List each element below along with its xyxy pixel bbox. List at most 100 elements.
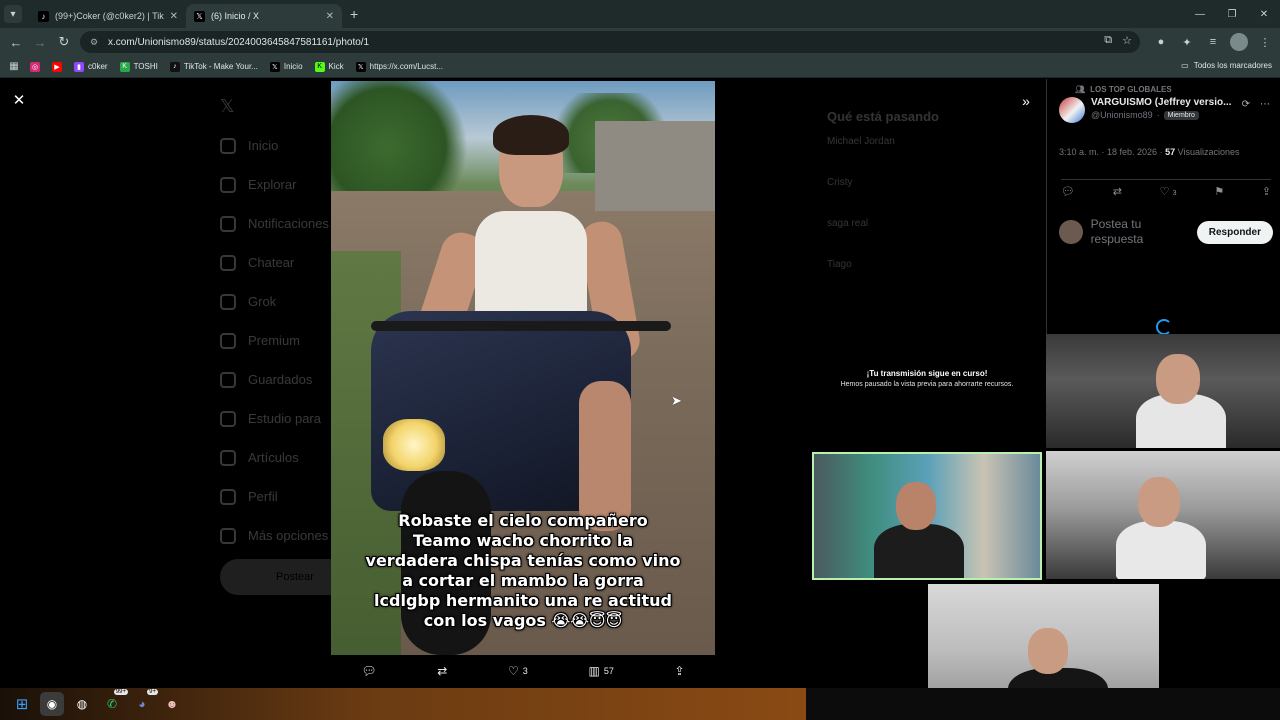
avatar[interactable]: [1059, 97, 1085, 123]
close-photo-icon[interactable]: ✕: [10, 91, 28, 109]
community-label[interactable]: 👥︎ LOS TOP GLOBALES: [1075, 85, 1172, 94]
bookmark-icon[interactable]: ⚑: [1214, 185, 1224, 198]
apps-grid-icon[interactable]: ▦: [8, 61, 20, 73]
x-icon: 𝕏: [194, 10, 205, 22]
timestamp-text: 3:10 a. m. · 18 feb. 2026 ·: [1059, 147, 1163, 157]
back-icon[interactable]: ←: [4, 30, 28, 54]
trend-item: Tiago: [827, 259, 852, 270]
bookmark-youtube[interactable]: ▶: [52, 61, 62, 72]
url-text: x.com/Unionismo89/status/202400364584758…: [108, 36, 370, 48]
heart-icon: ♡: [1159, 186, 1170, 198]
tab-x-inicio[interactable]: 𝕏 (6) Inicio / X ✕: [186, 4, 342, 28]
views-label: Visualizaciones: [1177, 147, 1240, 157]
x-logo-icon: 𝕏: [220, 96, 235, 116]
forward-icon[interactable]: →: [28, 30, 52, 54]
caption-line: Teamo wacho chorrito la: [412, 531, 634, 550]
sidebar-item-articulos: Artículos: [220, 438, 330, 477]
caption-line: verdadera chispa tenías como vino: [365, 551, 681, 570]
bookmarks-bar: ▦ ◎ ▶ ▮ c0ker K TOSHI ♪ TikTok - Make Yo…: [0, 56, 1280, 78]
bookmark-kick[interactable]: K Kick: [314, 61, 344, 72]
minimize-icon[interactable]: —: [1184, 0, 1216, 28]
reply-input[interactable]: Postea tu respuesta: [1091, 217, 1189, 247]
webcam-person: [1028, 628, 1068, 674]
whatsapp-badge: 99+: [113, 689, 128, 695]
mail-icon: [220, 254, 236, 271]
webcam-feed: [1046, 451, 1280, 579]
reply-button[interactable]: 💬︎: [361, 664, 376, 678]
bookmark-star-icon[interactable]: ☆: [1122, 34, 1132, 47]
bookmark-label: Inicio: [283, 62, 303, 71]
sidebar-item-inicio: Inicio: [220, 126, 330, 165]
bookmark-tiktok[interactable]: ♪ TikTok - Make Your...: [169, 61, 258, 72]
sidebar-item-grok: Grok: [220, 282, 330, 321]
loading-spinner-icon: [1156, 319, 1172, 335]
windows-taskbar: ⊞ ◉ ◍ ✆ 99+ ◕ 9+ ☻: [0, 688, 1280, 720]
tab-search-button[interactable]: ▾: [4, 5, 22, 23]
grok-icon[interactable]: ⟳: [1242, 99, 1250, 110]
address-bar[interactable]: ⚙ x.com/Unionismo89/status/2024003645847…: [80, 31, 1140, 53]
member-badge: Miembro: [1163, 110, 1199, 120]
all-bookmarks-button[interactable]: ▭ Todos los marcadores: [1181, 61, 1272, 70]
bookmark-inicio[interactable]: 𝕏 Inicio: [269, 61, 303, 72]
tab-tiktok[interactable]: ♪ (99+)Coker (@c0ker2) | TikTok ✕: [30, 4, 186, 28]
tweet-timestamp: 3:10 a. m. · 18 feb. 2026 · 57 Visualiza…: [1059, 147, 1239, 157]
stream-paused-notice: ¡Tu transmisión sigue en curso! Hemos pa…: [812, 369, 1042, 388]
chrome-icon[interactable]: ◉: [40, 692, 64, 716]
community-icon: 👥︎: [1075, 85, 1086, 94]
bookmark-label: TikTok - Make Your...: [183, 62, 258, 71]
x-premium-icon: [220, 332, 236, 349]
menu-kebab-icon[interactable]: ⋮: [1256, 33, 1274, 51]
new-tab-button[interactable]: +: [350, 6, 358, 22]
windows-start-icon[interactable]: ⊞: [10, 692, 34, 716]
restore-icon[interactable]: ❐: [1216, 0, 1248, 28]
caption-line: a cortar el mambo la gorra: [402, 571, 644, 590]
sidebar-item-explorar: Explorar: [220, 165, 330, 204]
share-icon: ⇪: [674, 664, 685, 678]
like-button[interactable]: ♡ 3: [508, 664, 528, 678]
bookmark-toshi[interactable]: K TOSHI: [119, 61, 158, 72]
folder-icon: ▭: [1181, 61, 1189, 70]
close-tab-icon[interactable]: ✕: [326, 11, 334, 22]
share-icon[interactable]: ⇪: [1262, 185, 1271, 198]
sidebar-item-premium: Premium: [220, 321, 330, 360]
media-control-icon[interactable]: ≡: [1204, 33, 1222, 51]
close-tab-icon[interactable]: ✕: [170, 11, 178, 22]
photo-house: [595, 121, 715, 211]
close-window-icon[interactable]: ✕: [1248, 0, 1280, 28]
photo-hair: [493, 115, 569, 155]
tiktok-icon: ♪: [169, 61, 180, 72]
repost-icon[interactable]: ⇄: [1113, 185, 1122, 198]
x-icon: 𝕏: [269, 61, 280, 72]
extension-icon[interactable]: ●: [1152, 33, 1170, 51]
tweet-author[interactable]: VARGUISMO (Jeffrey versio... @Unionismo8…: [1059, 97, 1231, 123]
reply-icon[interactable]: 💬︎: [1061, 185, 1075, 198]
app-icon[interactable]: ☻: [160, 692, 184, 716]
tweet-photo[interactable]: Robaste el cielo compañero Teamo wacho c…: [331, 81, 715, 655]
whatsapp-icon[interactable]: ✆ 99+: [100, 689, 128, 716]
repost-button[interactable]: ⇄: [437, 664, 447, 678]
extensions-puzzle-icon[interactable]: ✦: [1178, 33, 1196, 51]
webcam-feed: [928, 584, 1159, 688]
more-options-icon[interactable]: ⋯: [1260, 99, 1270, 110]
article-icon: [220, 449, 236, 466]
discord-icon[interactable]: ◕ 9+: [130, 689, 158, 716]
profile-avatar[interactable]: [1230, 33, 1248, 51]
views-button[interactable]: ▥ 57: [588, 664, 613, 678]
bookmark-c0ker[interactable]: ▮ c0ker: [74, 61, 108, 72]
expand-sidebar-icon[interactable]: »: [1016, 91, 1036, 111]
bookmark-instagram[interactable]: ◎: [30, 61, 40, 72]
photo-leg: [579, 381, 631, 531]
share-button[interactable]: ⇪: [675, 664, 685, 678]
reply-button[interactable]: Responder: [1196, 220, 1273, 244]
tab-title: (99+)Coker (@c0ker2) | TikTok: [55, 11, 164, 21]
author-handle[interactable]: @Unionismo89: [1091, 110, 1153, 120]
bookmark-icon: [220, 371, 236, 388]
obs-icon[interactable]: ◍: [70, 692, 94, 716]
like-button[interactable]: ♡ 3: [1160, 185, 1177, 198]
author-name[interactable]: VARGUISMO (Jeffrey versio...: [1091, 97, 1231, 108]
install-app-icon[interactable]: ⧉: [1104, 34, 1112, 47]
site-info-icon[interactable]: ⚙: [88, 36, 100, 48]
reload-icon[interactable]: ↻: [52, 30, 76, 54]
sidebar-item-guardados: Guardados: [220, 360, 330, 399]
bookmark-x-link[interactable]: 𝕏 https://x.com/Lucst...: [355, 61, 443, 72]
